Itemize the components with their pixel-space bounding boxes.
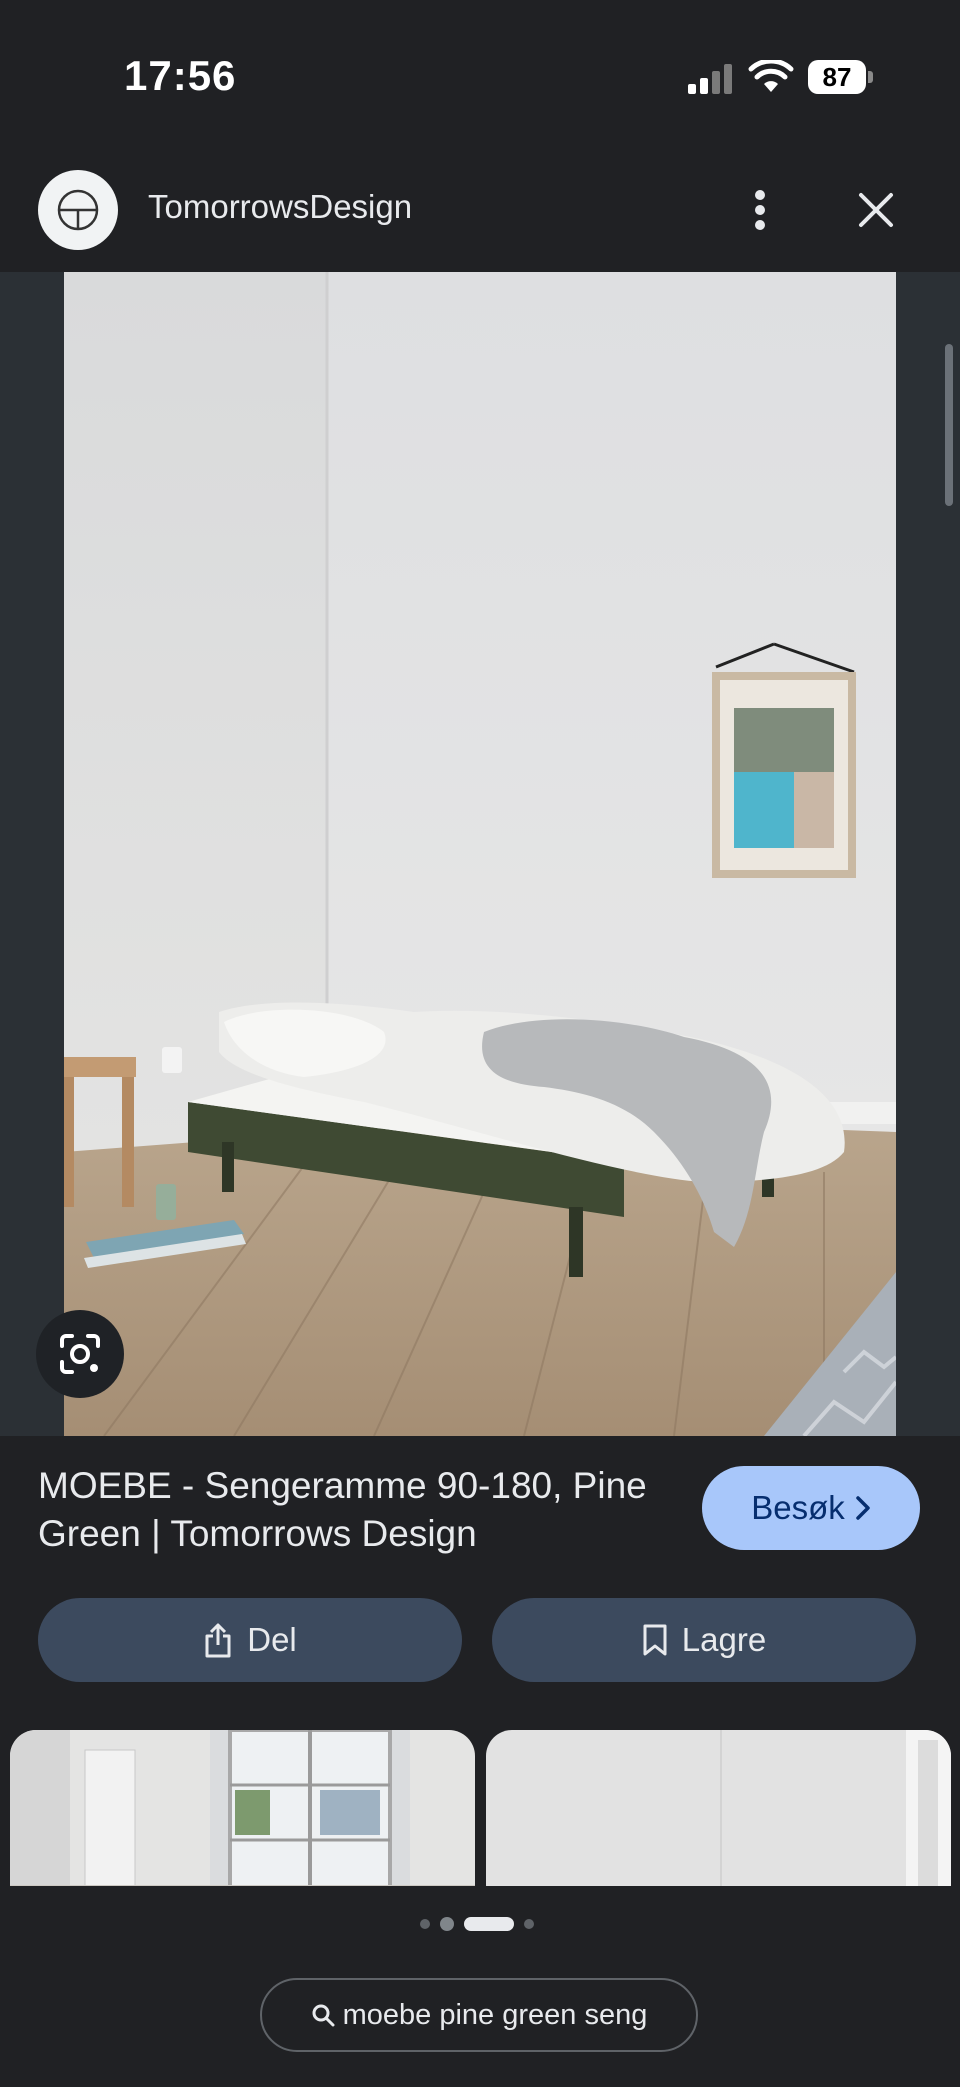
save-label: Lagre [681,1621,767,1658]
share-label: Del [247,1621,297,1658]
search-query: moebe pine green seng [342,1998,648,2031]
battery-level: 87 [808,60,866,94]
related-photo-2 [486,1730,951,1886]
lens-search-button[interactable] [36,1310,124,1398]
save-button[interactable]: Lagre [492,1598,916,1682]
cellular-signal-icon [688,64,732,94]
bookmark-icon [643,1624,667,1656]
search-icon [312,2004,335,2027]
site-name[interactable]: TomorrowsDesign [148,188,412,226]
carousel-pager [420,1916,534,1932]
status-time: 17:56 [124,52,237,99]
viewer-header: TomorrowsDesign [0,160,960,272]
pager-dot-active [464,1917,514,1931]
bedroom-photo [64,272,896,1436]
visit-label: Besøk [751,1489,845,1526]
wifi-icon [748,60,794,92]
scrollbar[interactable] [945,344,953,506]
related-image-2[interactable] [486,1730,951,1886]
close-icon [859,193,893,227]
battery-indicator: 87 [808,60,874,94]
related-photo-1 [10,1730,475,1886]
battery-tip [868,71,873,83]
bottom-area: moebe pine green seng [0,1886,960,2087]
more-options-button[interactable] [740,180,780,240]
close-button[interactable] [846,180,906,240]
visit-button[interactable]: Besøk [702,1466,920,1550]
result-info: MOEBE - Sengeramme 90-180, Pine Green | … [0,1436,960,1696]
chevron-right-icon [856,1496,870,1520]
related-image-1[interactable] [10,1730,475,1886]
result-title[interactable]: MOEBE - Sengeramme 90-180, Pine Green | … [38,1462,658,1558]
more-vert-icon [755,190,765,230]
site-logo-icon[interactable] [38,170,118,250]
image-viewer [0,272,960,1436]
pager-dot [440,1917,454,1931]
share-button[interactable]: Del [38,1598,462,1682]
main-image[interactable] [64,272,896,1436]
pager-dot [524,1919,534,1929]
status-bar: 17:56 87 [0,0,960,160]
search-chip[interactable]: moebe pine green seng [260,1978,698,2052]
related-images [0,1730,960,1886]
pager-dot [420,1919,430,1929]
lens-icon [60,1334,100,1374]
share-icon [205,1623,231,1658]
